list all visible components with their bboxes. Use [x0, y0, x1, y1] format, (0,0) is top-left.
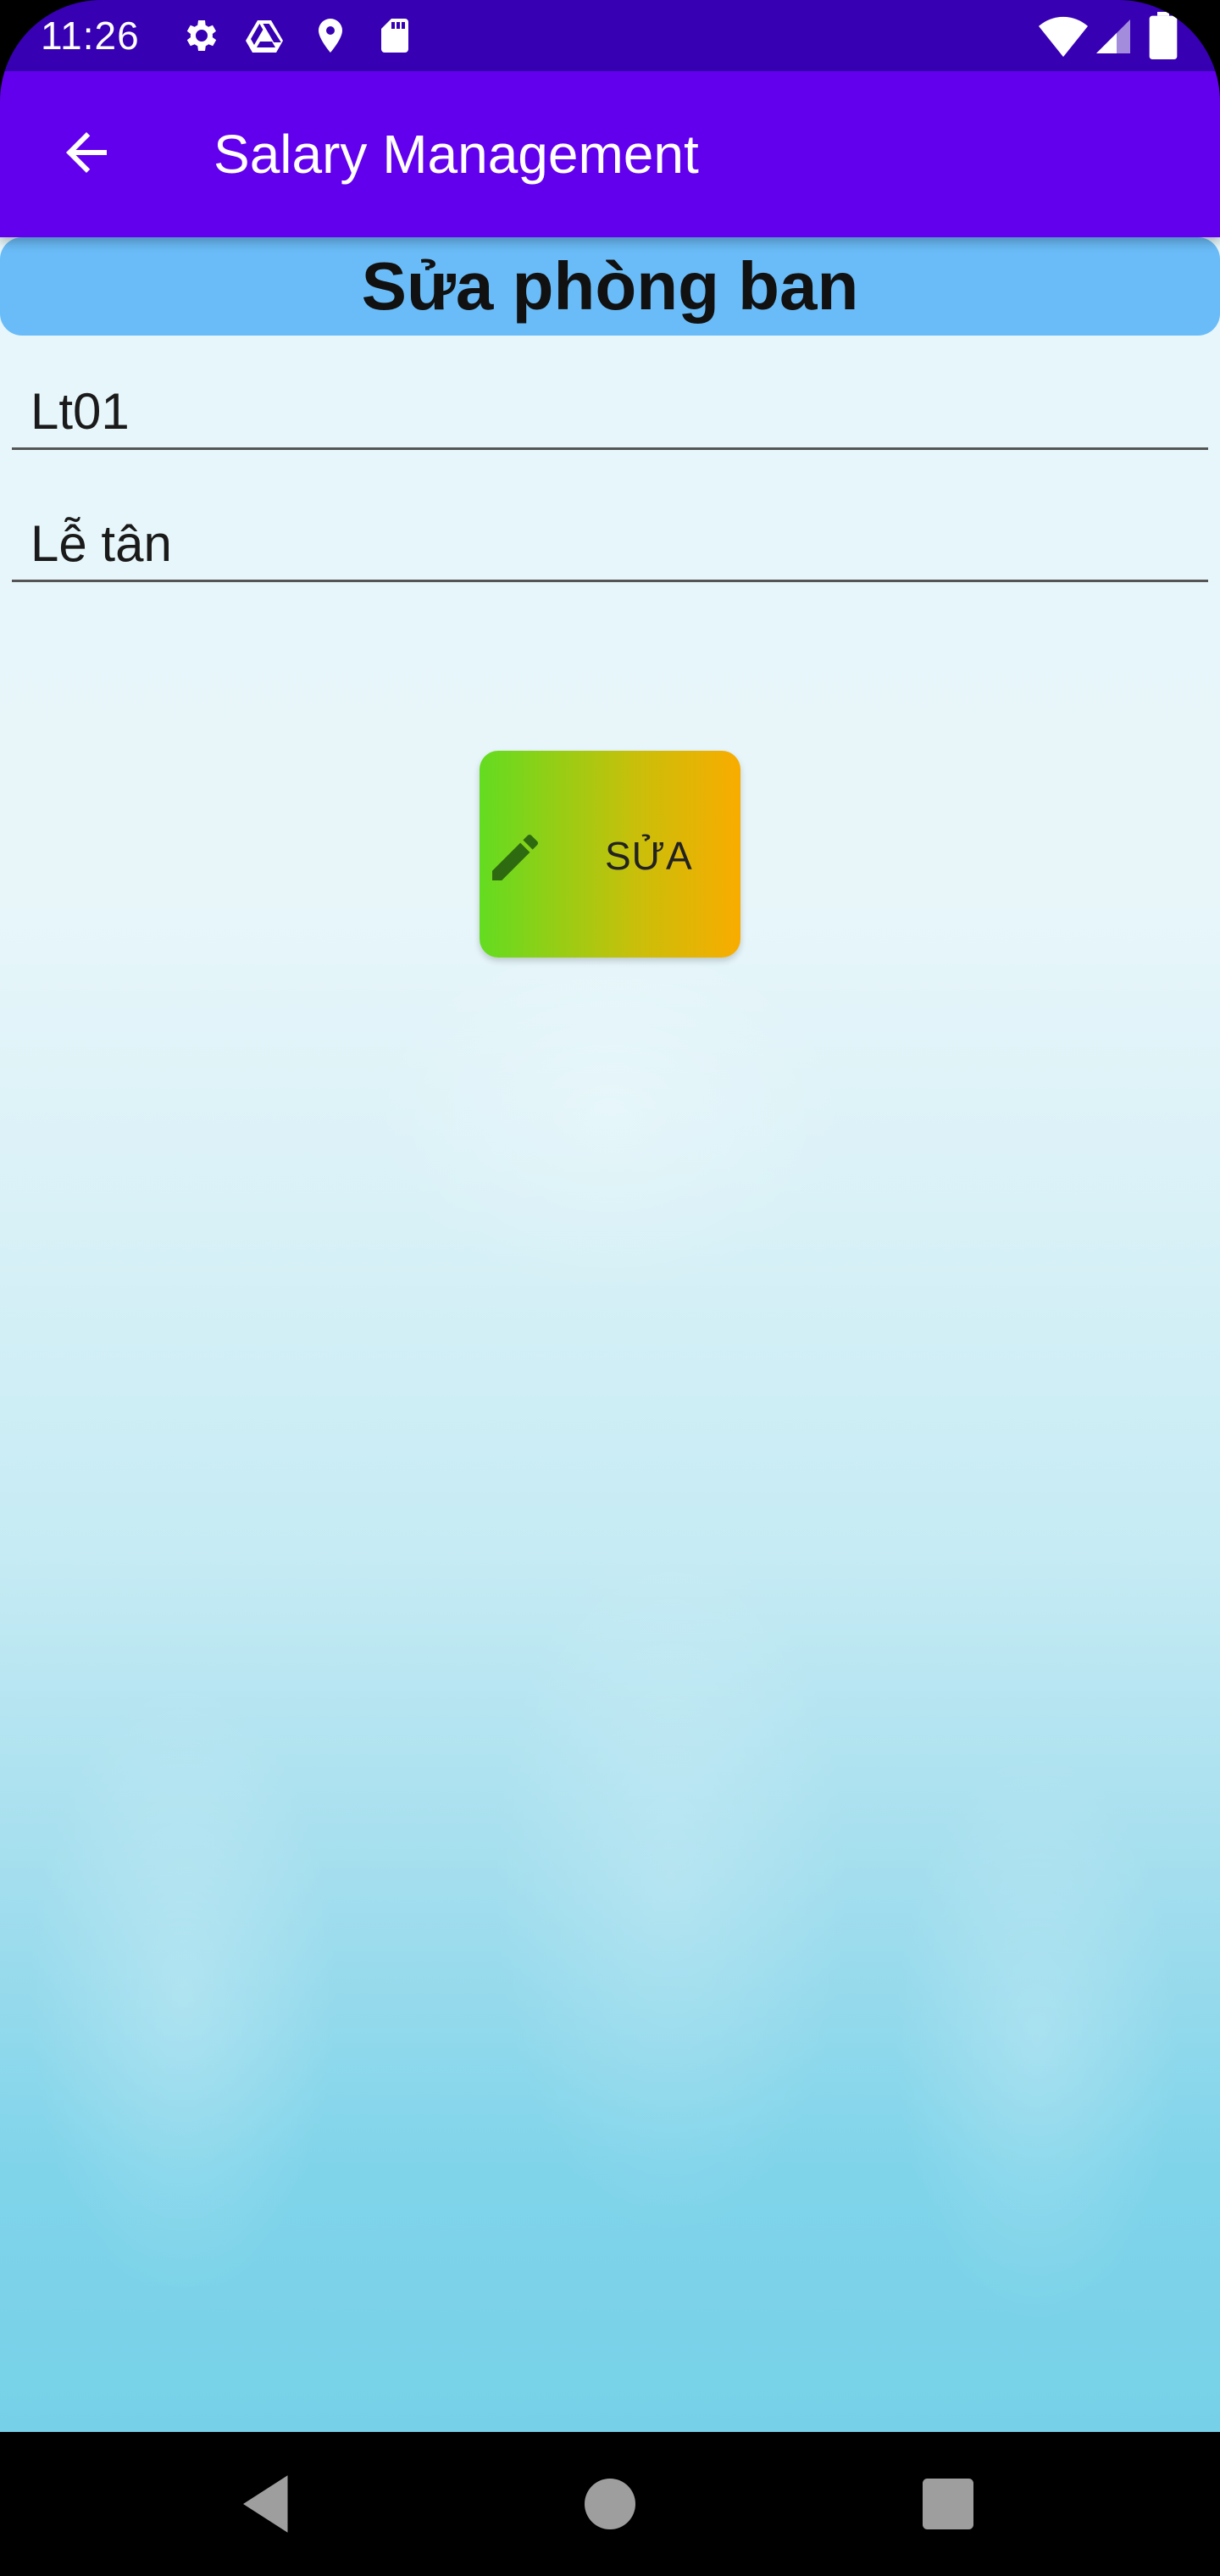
- wifi-icon: [1039, 16, 1088, 58]
- status-time: 11:26: [41, 14, 140, 58]
- app-title: Salary Management: [214, 124, 699, 185]
- department-name-field[interactable]: [12, 486, 1208, 582]
- department-name-input[interactable]: [30, 514, 1183, 573]
- edit-button-label: SỬA: [605, 834, 693, 878]
- system-navigation-bar: [0, 2432, 1220, 2576]
- department-code-input[interactable]: [30, 382, 1183, 441]
- phone-screen: 11:26 Salary Management Sửa phòng ban Lt…: [0, 0, 1220, 2576]
- pencil-icon: [492, 834, 539, 880]
- sd-card-icon: [381, 19, 408, 53]
- back-button[interactable]: [44, 110, 129, 195]
- signal-icon: [1096, 19, 1130, 53]
- page-heading-banner: Sửa phòng ban: [0, 237, 1220, 336]
- back-triangle-icon[interactable]: [230, 2466, 307, 2542]
- recents-square-icon[interactable]: [910, 2466, 986, 2542]
- department-code-field[interactable]: [12, 354, 1208, 450]
- app-bar: Salary Management: [0, 71, 1220, 237]
- location-icon: [319, 19, 342, 53]
- page-title: Sửa phòng ban: [361, 248, 859, 324]
- edit-department-screen: Sửa phòng ban SỬA: [0, 237, 1220, 2432]
- drive-icon: [246, 20, 283, 53]
- gear-icon: [186, 20, 217, 51]
- edit-button[interactable]: SỬA: [480, 751, 740, 958]
- arrow-back-icon: [66, 132, 107, 173]
- battery-icon: [1149, 12, 1178, 59]
- home-circle-icon[interactable]: [572, 2466, 648, 2542]
- status-bar: 11:26: [0, 0, 1220, 71]
